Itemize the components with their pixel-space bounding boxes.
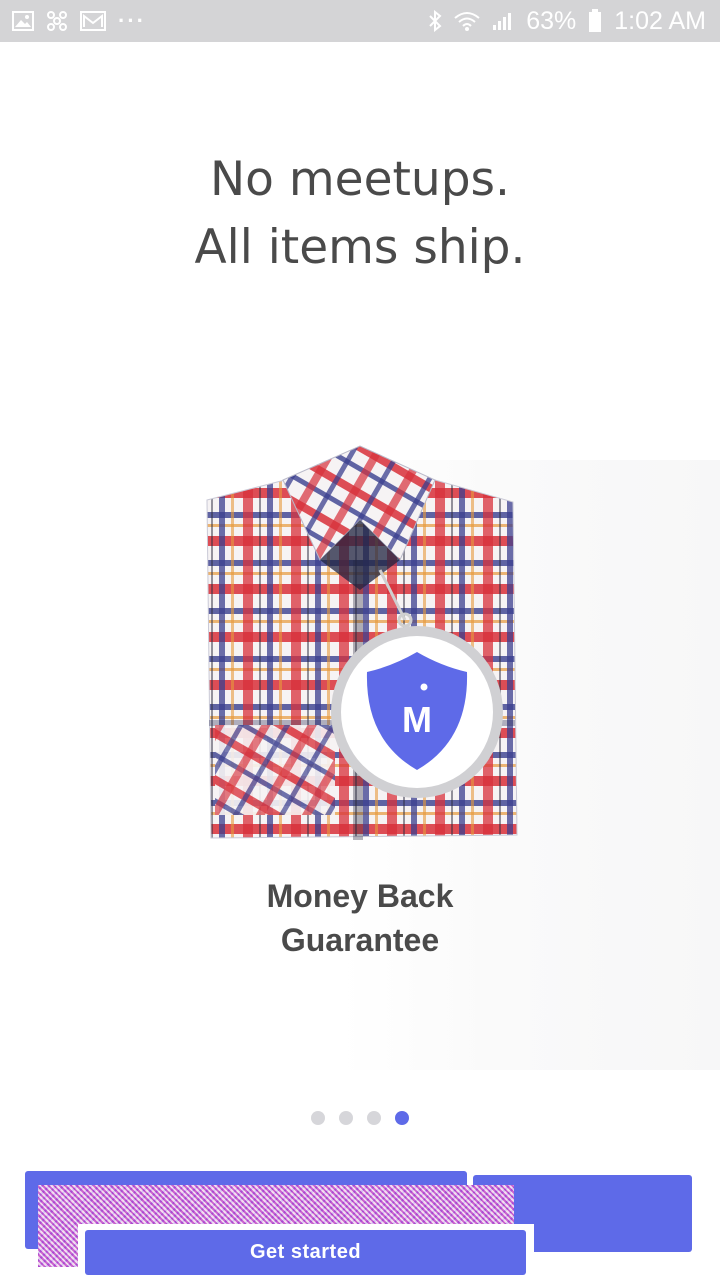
status-bar: ··· 63% 1:02 AM bbox=[0, 0, 720, 42]
battery-icon bbox=[588, 9, 602, 33]
money-back-badge: M bbox=[331, 626, 503, 798]
page-dot-4-active[interactable] bbox=[395, 1111, 409, 1125]
battery-percent: 63% bbox=[526, 6, 577, 35]
bluetooth-icon bbox=[428, 10, 442, 32]
more-dots-icon: ··· bbox=[118, 8, 146, 33]
status-bar-left: ··· bbox=[12, 8, 146, 34]
badge-letter: M bbox=[402, 699, 432, 740]
plaid-shirt-illustration: M bbox=[195, 440, 525, 850]
feature-caption: Money Back Guarantee bbox=[0, 874, 720, 962]
signal-icon bbox=[492, 11, 514, 31]
status-bar-right: 63% 1:02 AM bbox=[428, 7, 706, 36]
caption-line-1: Money Back bbox=[266, 878, 454, 914]
pinwheel-icon bbox=[46, 10, 68, 32]
clock: 1:02 AM bbox=[614, 6, 706, 35]
page-dot-2[interactable] bbox=[339, 1111, 353, 1125]
get-started-button[interactable]: Get started bbox=[85, 1230, 526, 1275]
gmail-icon bbox=[80, 11, 106, 31]
headline-line-1: No meetups. bbox=[210, 152, 510, 207]
page-indicator bbox=[0, 1111, 720, 1125]
headline-line-2: All items ship. bbox=[194, 220, 526, 275]
wifi-icon bbox=[454, 11, 480, 31]
onboarding-headline: No meetups. All items ship. bbox=[0, 146, 720, 282]
gallery-icon bbox=[12, 11, 34, 31]
page-dot-1[interactable] bbox=[311, 1111, 325, 1125]
page-dot-3[interactable] bbox=[367, 1111, 381, 1125]
caption-line-2: Guarantee bbox=[280, 922, 440, 958]
